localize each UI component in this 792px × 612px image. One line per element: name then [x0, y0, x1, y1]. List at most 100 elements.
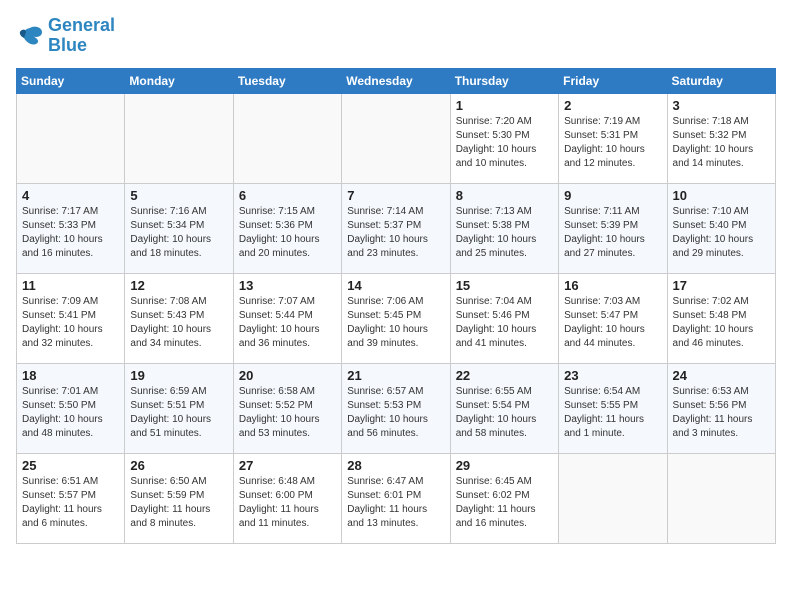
- day-info: Sunrise: 7:03 AM Sunset: 5:47 PM Dayligh…: [564, 295, 661, 351]
- day-info: Sunrise: 7:08 AM Sunset: 5:43 PM Dayligh…: [130, 295, 227, 351]
- weekday-header-thursday: Thursday: [450, 68, 558, 93]
- calendar-cell: 13 Sunrise: 7:07 AM Sunset: 5:44 PM Dayli…: [233, 273, 341, 363]
- calendar-cell: 27 Sunrise: 6:48 AM Sunset: 6:00 PM Dayli…: [233, 453, 341, 543]
- day-number: 6: [239, 188, 336, 203]
- day-number: 15: [456, 278, 553, 293]
- logo-text: General Blue: [48, 16, 115, 56]
- day-number: 13: [239, 278, 336, 293]
- day-info: Sunrise: 6:50 AM Sunset: 5:59 PM Dayligh…: [130, 475, 227, 531]
- day-number: 4: [22, 188, 119, 203]
- calendar-cell: 11Sunrise: 7:09 AM Sunset: 5:41 PM Dayli…: [17, 273, 125, 363]
- calendar-body: 1 Sunrise: 7:20 AM Sunset: 5:30 PM Daylig…: [17, 93, 776, 543]
- day-number: 14: [347, 278, 444, 293]
- day-info: Sunrise: 7:07 AM Sunset: 5:44 PM Dayligh…: [239, 295, 336, 351]
- day-info: Sunrise: 7:01 AM Sunset: 5:50 PM Dayligh…: [22, 385, 119, 441]
- calendar-cell: 17 Sunrise: 7:02 AM Sunset: 5:48 PM Dayli…: [667, 273, 775, 363]
- calendar-week-5: 25Sunrise: 6:51 AM Sunset: 5:57 PM Dayli…: [17, 453, 776, 543]
- day-info: Sunrise: 6:58 AM Sunset: 5:52 PM Dayligh…: [239, 385, 336, 441]
- weekday-header-friday: Friday: [559, 68, 667, 93]
- day-number: 8: [456, 188, 553, 203]
- calendar-week-4: 18 Sunrise: 7:01 AM Sunset: 5:50 PM Dayli…: [17, 363, 776, 453]
- calendar-cell: [342, 93, 450, 183]
- day-number: 16: [564, 278, 661, 293]
- calendar-table: SundayMondayTuesdayWednesdayThursdayFrid…: [16, 68, 776, 544]
- day-number: 21: [347, 368, 444, 383]
- day-number: 17: [673, 278, 770, 293]
- day-info: Sunrise: 7:17 AM Sunset: 5:33 PM Dayligh…: [22, 205, 119, 261]
- calendar-cell: 3Sunrise: 7:18 AM Sunset: 5:32 PM Daylig…: [667, 93, 775, 183]
- day-number: 3: [673, 98, 770, 113]
- day-info: Sunrise: 7:14 AM Sunset: 5:37 PM Dayligh…: [347, 205, 444, 261]
- calendar-cell: 26 Sunrise: 6:50 AM Sunset: 5:59 PM Dayli…: [125, 453, 233, 543]
- day-info: Sunrise: 7:04 AM Sunset: 5:46 PM Dayligh…: [456, 295, 553, 351]
- calendar-week-2: 4 Sunrise: 7:17 AM Sunset: 5:33 PM Daylig…: [17, 183, 776, 273]
- day-info: Sunrise: 6:51 AM Sunset: 5:57 PM Dayligh…: [22, 475, 119, 531]
- weekday-header-wednesday: Wednesday: [342, 68, 450, 93]
- day-number: 1: [456, 98, 553, 113]
- day-info: Sunrise: 7:15 AM Sunset: 5:36 PM Dayligh…: [239, 205, 336, 261]
- calendar-cell: 4 Sunrise: 7:17 AM Sunset: 5:33 PM Daylig…: [17, 183, 125, 273]
- page-header: General Blue: [16, 16, 776, 56]
- calendar-cell: [667, 453, 775, 543]
- day-number: 23: [564, 368, 661, 383]
- day-number: 29: [456, 458, 553, 473]
- day-number: 27: [239, 458, 336, 473]
- calendar-cell: 9 Sunrise: 7:11 AM Sunset: 5:39 PM Daylig…: [559, 183, 667, 273]
- day-info: Sunrise: 7:11 AM Sunset: 5:39 PM Dayligh…: [564, 205, 661, 261]
- day-info: Sunrise: 6:57 AM Sunset: 5:53 PM Dayligh…: [347, 385, 444, 441]
- day-number: 20: [239, 368, 336, 383]
- calendar-cell: 23Sunrise: 6:54 AM Sunset: 5:55 PM Dayli…: [559, 363, 667, 453]
- day-info: Sunrise: 7:06 AM Sunset: 5:45 PM Dayligh…: [347, 295, 444, 351]
- calendar-cell: [559, 453, 667, 543]
- day-number: 9: [564, 188, 661, 203]
- calendar-cell: 25Sunrise: 6:51 AM Sunset: 5:57 PM Dayli…: [17, 453, 125, 543]
- calendar-cell: 24 Sunrise: 6:53 AM Sunset: 5:56 PM Dayli…: [667, 363, 775, 453]
- calendar-cell: 22 Sunrise: 6:55 AM Sunset: 5:54 PM Dayli…: [450, 363, 558, 453]
- day-info: Sunrise: 7:02 AM Sunset: 5:48 PM Dayligh…: [673, 295, 770, 351]
- day-number: 19: [130, 368, 227, 383]
- calendar-cell: 1 Sunrise: 7:20 AM Sunset: 5:30 PM Daylig…: [450, 93, 558, 183]
- calendar-cell: 7 Sunrise: 7:14 AM Sunset: 5:37 PM Daylig…: [342, 183, 450, 273]
- calendar-cell: 10 Sunrise: 7:10 AM Sunset: 5:40 PM Dayli…: [667, 183, 775, 273]
- day-info: Sunrise: 6:53 AM Sunset: 5:56 PM Dayligh…: [673, 385, 770, 441]
- day-info: Sunrise: 7:19 AM Sunset: 5:31 PM Dayligh…: [564, 115, 661, 171]
- day-info: Sunrise: 6:47 AM Sunset: 6:01 PM Dayligh…: [347, 475, 444, 531]
- weekday-header-saturday: Saturday: [667, 68, 775, 93]
- day-info: Sunrise: 6:55 AM Sunset: 5:54 PM Dayligh…: [456, 385, 553, 441]
- day-info: Sunrise: 7:13 AM Sunset: 5:38 PM Dayligh…: [456, 205, 553, 261]
- day-info: Sunrise: 7:10 AM Sunset: 5:40 PM Dayligh…: [673, 205, 770, 261]
- calendar-cell: [17, 93, 125, 183]
- calendar-cell: 29 Sunrise: 6:45 AM Sunset: 6:02 PM Dayli…: [450, 453, 558, 543]
- calendar-cell: 14 Sunrise: 7:06 AM Sunset: 5:45 PM Dayli…: [342, 273, 450, 363]
- calendar-cell: [233, 93, 341, 183]
- calendar-cell: 19 Sunrise: 6:59 AM Sunset: 5:51 PM Dayli…: [125, 363, 233, 453]
- day-number: 10: [673, 188, 770, 203]
- calendar-cell: [125, 93, 233, 183]
- calendar-cell: 18 Sunrise: 7:01 AM Sunset: 5:50 PM Dayli…: [17, 363, 125, 453]
- day-info: Sunrise: 6:45 AM Sunset: 6:02 PM Dayligh…: [456, 475, 553, 531]
- calendar-cell: 20 Sunrise: 6:58 AM Sunset: 5:52 PM Dayli…: [233, 363, 341, 453]
- logo: General Blue: [16, 16, 115, 56]
- weekday-header-monday: Monday: [125, 68, 233, 93]
- day-number: 7: [347, 188, 444, 203]
- calendar-week-1: 1 Sunrise: 7:20 AM Sunset: 5:30 PM Daylig…: [17, 93, 776, 183]
- day-number: 12: [130, 278, 227, 293]
- weekday-header-sunday: Sunday: [17, 68, 125, 93]
- day-number: 28: [347, 458, 444, 473]
- day-info: Sunrise: 7:20 AM Sunset: 5:30 PM Dayligh…: [456, 115, 553, 171]
- day-info: Sunrise: 6:59 AM Sunset: 5:51 PM Dayligh…: [130, 385, 227, 441]
- day-number: 26: [130, 458, 227, 473]
- day-number: 24: [673, 368, 770, 383]
- calendar-header-row: SundayMondayTuesdayWednesdayThursdayFrid…: [17, 68, 776, 93]
- day-number: 18: [22, 368, 119, 383]
- day-number: 5: [130, 188, 227, 203]
- day-number: 22: [456, 368, 553, 383]
- calendar-cell: 21 Sunrise: 6:57 AM Sunset: 5:53 PM Dayli…: [342, 363, 450, 453]
- day-number: 2: [564, 98, 661, 113]
- calendar-cell: 16 Sunrise: 7:03 AM Sunset: 5:47 PM Dayli…: [559, 273, 667, 363]
- day-number: 11: [22, 278, 119, 293]
- calendar-cell: 2 Sunrise: 7:19 AM Sunset: 5:31 PM Daylig…: [559, 93, 667, 183]
- day-info: Sunrise: 6:48 AM Sunset: 6:00 PM Dayligh…: [239, 475, 336, 531]
- calendar-cell: 6 Sunrise: 7:15 AM Sunset: 5:36 PM Daylig…: [233, 183, 341, 273]
- weekday-header-tuesday: Tuesday: [233, 68, 341, 93]
